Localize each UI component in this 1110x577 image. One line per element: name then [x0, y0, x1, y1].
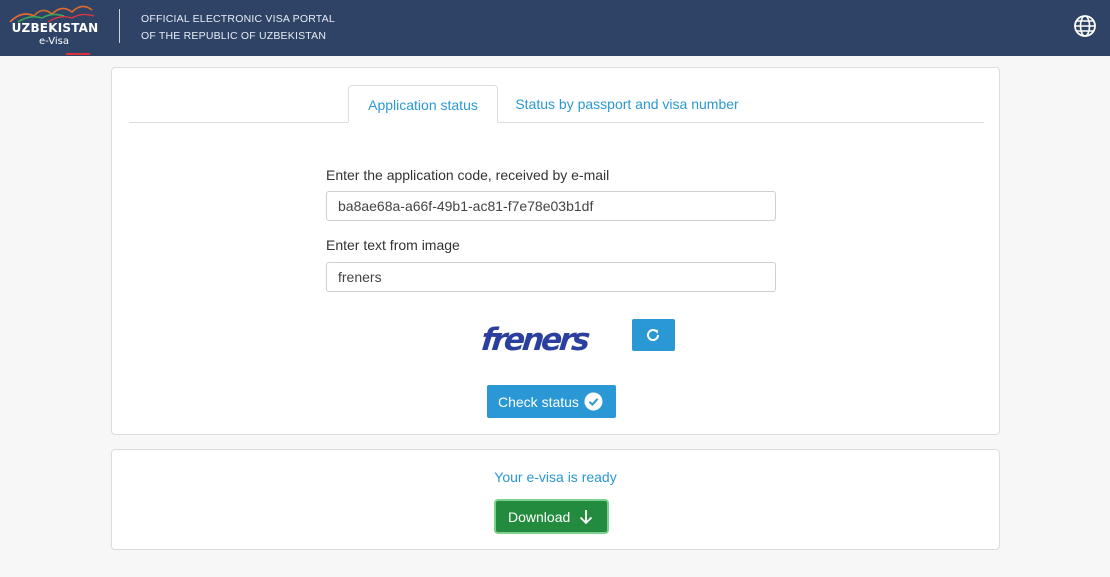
uzbekistan-evisa-logo[interactable]: UZBEKISTAN e-Visa — [8, 2, 100, 55]
tab-application-status[interactable]: Application status — [348, 85, 498, 123]
check-circle-icon — [584, 392, 603, 411]
captcha-label: Enter text from image — [326, 237, 460, 253]
evisa-ready-card: Your e-visa is ready Download — [111, 449, 1000, 550]
arrow-down-icon — [579, 510, 593, 525]
logo-text: UZBEKISTAN — [11, 21, 99, 35]
portal-title-line1: OFFICIAL ELECTRONIC VISA PORTAL — [141, 13, 335, 25]
application-status-card: Application status Status by passport an… — [111, 67, 1000, 435]
evisa-ready-message: Your e-visa is ready — [494, 469, 617, 485]
check-status-button[interactable]: Check status — [487, 385, 616, 418]
check-status-label: Check status — [498, 393, 579, 410]
download-label: Download — [508, 508, 571, 525]
download-button[interactable]: Download — [494, 499, 609, 534]
header-divider — [119, 9, 120, 43]
captcha-image-text: freners — [480, 322, 591, 358]
logo-subtext: e-Visa — [39, 36, 69, 47]
application-code-input[interactable] — [326, 191, 776, 221]
refresh-captcha-button[interactable] — [632, 319, 675, 351]
globe-icon[interactable] — [1073, 14, 1097, 38]
refresh-icon — [647, 329, 660, 341]
logo-accent-line — [66, 53, 90, 55]
application-code-label: Enter the application code, received by … — [326, 167, 610, 183]
top-header: UZBEKISTAN e-Visa OFFICIAL ELECTRONIC VI… — [0, 0, 1110, 56]
tab-status-by-passport[interactable]: Status by passport and visa number — [512, 85, 742, 123]
captcha-input[interactable] — [326, 262, 776, 292]
portal-title-line2: OF THE REPUBLIC OF UZBEKISTAN — [141, 30, 327, 42]
captcha-image: freners — [480, 322, 591, 358]
portal-title: OFFICIAL ELECTRONIC VISA PORTAL OF THE R… — [141, 11, 335, 45]
